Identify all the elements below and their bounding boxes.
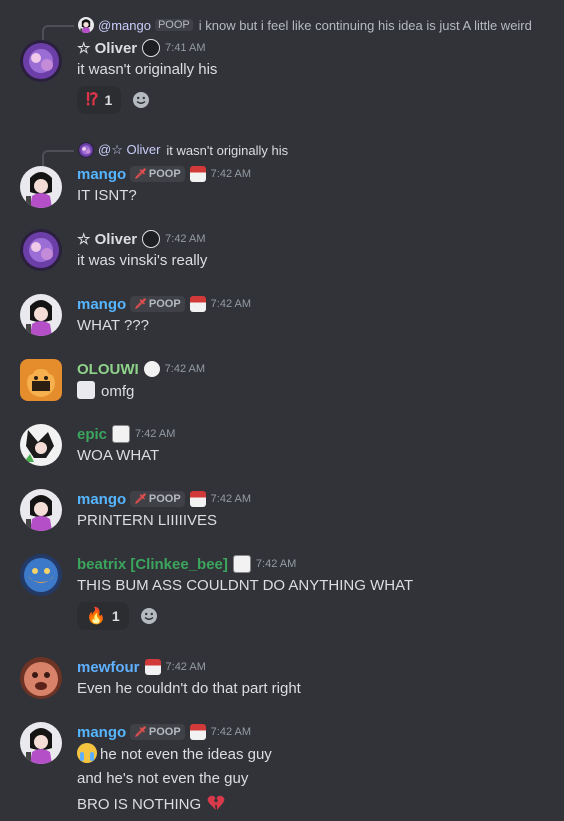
avatar[interactable]: [20, 489, 62, 531]
smiley-icon: [133, 92, 150, 108]
reply-role-tag: POOP: [154, 19, 193, 31]
message-header: OLOUWI 7:42 AM: [77, 359, 205, 379]
badge-icon: [232, 555, 251, 573]
avatar[interactable]: [20, 722, 62, 764]
message-text: PRINTERN LIIIIIVES: [77, 512, 218, 529]
reply-avatar: [78, 17, 94, 33]
timestamp: 7:42 AM: [210, 493, 252, 505]
message-header: beatrix [Clinkee_bee] 7:42 AM: [77, 554, 296, 574]
username[interactable]: mango: [77, 166, 126, 183]
broken-heart-icon: [207, 795, 225, 810]
username[interactable]: ☆ Oliver: [77, 230, 137, 248]
reaction-bar: 🔥 1: [77, 602, 163, 630]
username[interactable]: mango: [77, 296, 126, 313]
message-text: it wasn't originally his: [77, 61, 218, 78]
calendar-badge-icon: [189, 491, 206, 507]
timestamp: 7:42 AM: [255, 558, 297, 570]
role-tag: 🗡 POOP: [130, 296, 185, 312]
timestamp: 7:42 AM: [210, 726, 252, 738]
sword-icon: 🗡: [134, 168, 147, 180]
avatar[interactable]: [20, 294, 62, 336]
message-header: epic 7:42 AM: [77, 424, 175, 444]
sword-icon: 🗡: [134, 726, 147, 738]
timestamp: 7:42 AM: [135, 428, 176, 440]
username[interactable]: ☆ Oliver: [77, 39, 137, 57]
calendar-badge-icon: [189, 724, 206, 740]
username[interactable]: OLOUWI: [77, 361, 139, 378]
role-tag: 🗡 POOP: [130, 491, 185, 507]
message-header: mango 🗡 POOP 7:42 AM: [77, 164, 251, 184]
avatar[interactable]: [20, 424, 62, 466]
timestamp: 7:42 AM: [164, 363, 206, 375]
badge-icon: [112, 425, 131, 443]
avatar[interactable]: [20, 229, 62, 271]
role-tag: 🗡 POOP: [130, 724, 185, 740]
avatar[interactable]: [20, 359, 62, 401]
reaction-pill[interactable]: ⁉ 1: [77, 86, 122, 114]
timestamp: 7:42 AM: [210, 298, 252, 310]
reply-preview[interactable]: @mango POOP i know but i feel like conti…: [42, 16, 532, 41]
message-header: mango 🗡 POOP 7:42 AM: [77, 489, 251, 509]
message-text: BRO IS NOTHING: [77, 795, 225, 815]
sticker-icon: [77, 381, 95, 399]
message-text: and he's not even the guy: [77, 770, 249, 787]
badge-icon: [142, 39, 161, 57]
message-text: IT ISNT?: [77, 187, 137, 204]
reply-author[interactable]: @☆ Oliver: [98, 142, 160, 158]
smiley-icon: [140, 608, 157, 624]
message-header: mango 🗡 POOP 7:42 AM: [77, 294, 251, 314]
message-text: WOA WHAT: [77, 447, 160, 464]
message-text: THIS BUM ASS COULDNT DO ANYTHING WHAT: [77, 577, 414, 594]
reaction-bar: ⁉ 1: [77, 86, 155, 114]
message-header: mango 🗡 POOP 7:42 AM: [77, 722, 251, 742]
message-text: it was vinski's really: [77, 252, 208, 269]
message-header: mewfour 7:42 AM: [77, 657, 206, 677]
message-header: ☆ Oliver 7:41 AM: [77, 38, 206, 58]
badge-icon: [142, 230, 161, 248]
avatar[interactable]: [20, 657, 62, 699]
avatar[interactable]: [20, 40, 62, 82]
calendar-badge-icon: [189, 296, 206, 312]
calendar-badge-icon: [189, 166, 206, 182]
sword-icon: 🗡: [134, 493, 147, 505]
timestamp: 7:42 AM: [165, 661, 206, 673]
timestamp: 7:41 AM: [165, 42, 206, 54]
message-text: omfg: [77, 381, 134, 402]
timestamp: 7:42 AM: [210, 168, 252, 180]
reply-text[interactable]: i know but i feel like continuing his id…: [199, 18, 532, 33]
reply-spine: [42, 150, 74, 166]
message-text: WHAT ???: [77, 317, 149, 334]
reaction-emoji: ⁉: [86, 90, 99, 109]
avatar[interactable]: [20, 554, 62, 596]
reaction-count: 1: [104, 92, 113, 108]
role-tag: 🗡 POOP: [130, 166, 185, 182]
message-text: he not even the ideas guy: [77, 743, 272, 765]
username[interactable]: mango: [77, 724, 126, 741]
crying-emoji-icon: [77, 743, 97, 763]
reply-text[interactable]: it wasn't originally his: [166, 143, 288, 158]
message-text: Even he couldn't do that part right: [77, 680, 301, 697]
username[interactable]: mewfour: [77, 659, 140, 676]
calendar-badge-icon: [144, 659, 161, 675]
avatar[interactable]: [20, 166, 62, 208]
reply-spine: [42, 25, 74, 41]
add-reaction-button[interactable]: [127, 86, 155, 114]
add-reaction-button[interactable]: [135, 602, 163, 630]
username[interactable]: epic: [77, 426, 107, 443]
reply-author[interactable]: @mango: [98, 18, 151, 33]
username[interactable]: beatrix [Clinkee_bee]: [77, 556, 228, 573]
badge-icon: [143, 361, 160, 377]
reaction-emoji: 🔥: [86, 608, 106, 625]
reply-avatar: [78, 142, 94, 158]
reaction-pill[interactable]: 🔥 1: [77, 602, 129, 630]
timestamp: 7:42 AM: [165, 233, 206, 245]
reaction-count: 1: [111, 608, 120, 624]
message-header: ☆ Oliver 7:42 AM: [77, 229, 206, 249]
sword-icon: 🗡: [134, 298, 147, 310]
username[interactable]: mango: [77, 491, 126, 508]
reply-preview[interactable]: @☆ Oliver it wasn't originally his: [42, 141, 288, 166]
